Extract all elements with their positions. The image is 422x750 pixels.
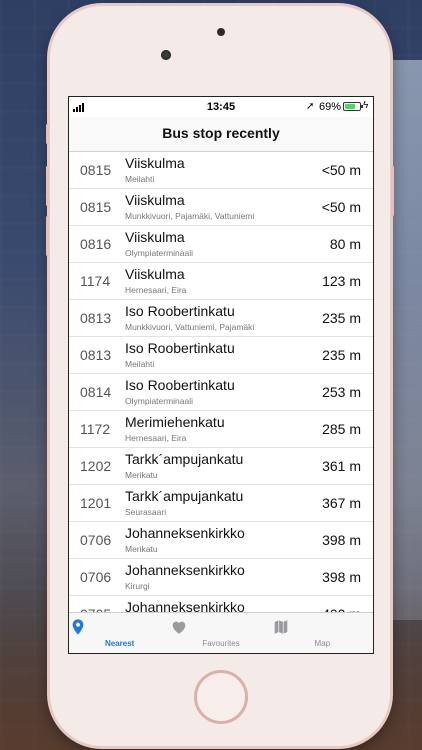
location-pin-icon [72, 619, 84, 635]
tab-nearest-label: Nearest [104, 639, 135, 648]
bus-stop-row[interactable]: 1174 Viiskulma Hernesaari, Eira 123 m [69, 263, 373, 300]
stop-name: Tarkk´ampujankatu [125, 451, 244, 467]
charging-bolt-icon: ϟ [363, 100, 369, 111]
page-title: Bus stop recently [162, 125, 280, 141]
home-button[interactable] [194, 670, 248, 724]
stop-distance: 367 m [322, 495, 361, 511]
stop-area: Meilahti [125, 174, 155, 184]
stop-area: Olympiaterminaali [125, 248, 194, 258]
volume-down-button [46, 216, 49, 256]
bus-stop-row[interactable]: 0815 Viiskulma Munkkivuori, Pajamäki, Vatt… [69, 189, 373, 226]
stop-name: Johanneksenkirkko [125, 599, 245, 612]
bus-stop-row[interactable]: 0813 Iso Roobertinkatu Meilahti 235 m [69, 337, 373, 374]
stop-name: Viiskulma [125, 266, 185, 282]
map-icon [274, 620, 287, 634]
location-arrow-icon: ➚ [306, 101, 315, 112]
stop-area: Hernesaari, Eira [125, 433, 187, 443]
front-camera [161, 50, 171, 60]
stop-code: 1174 [80, 273, 111, 289]
mute-switch [46, 124, 49, 144]
app-screen: 13:45 ➚ 69% ϟ Bus stop recently 0815 Viis… [68, 96, 374, 654]
bus-stop-row[interactable]: 1202 Tarkk´ampujankatu Merikatu 361 m [69, 448, 373, 485]
stop-area: Merikatu [125, 470, 158, 480]
bus-stop-row[interactable]: 0706 Johanneksenkirkko Kirurgi 398 m [69, 559, 373, 596]
stop-code: 0814 [80, 384, 112, 400]
stop-name: Viiskulma [125, 155, 185, 171]
stop-area: Olympiaterminaali [125, 396, 194, 406]
tab-favourites-label: Favourites [202, 639, 240, 648]
stop-name: Johanneksenkirkko [125, 525, 245, 541]
stop-distance: 80 m [329, 236, 361, 252]
stop-code: 1201 [80, 495, 112, 511]
stop-distance: 235 m [322, 347, 361, 363]
stop-name: Iso Roobertinkatu [125, 303, 235, 319]
bus-stop-row[interactable]: 0816 Viiskulma Olympiaterminaali 80 m [69, 226, 373, 263]
status-bar: 13:45 ➚ 69% ϟ [69, 97, 373, 117]
power-button [391, 166, 394, 216]
tab-map[interactable]: Map [272, 613, 373, 653]
bus-stop-row[interactable]: 1172 Merimiehenkatu Hernesaari, Eira 285 m [69, 411, 373, 448]
stop-area: Hernesaari, Eira [125, 285, 187, 295]
stop-distance: <50 m [321, 162, 361, 178]
stop-area: Munkkivuori, Vattuniemi, Pajamäki [125, 322, 255, 332]
tab-bar: Nearest Favourites Map [69, 612, 373, 653]
stop-distance: 253 m [322, 384, 361, 400]
stop-distance: 361 m [322, 458, 361, 474]
stop-area: Merikatu [125, 544, 158, 554]
stop-code: 0706 [80, 532, 112, 548]
proximity-sensor [217, 28, 225, 36]
stop-code: 0813 [80, 347, 112, 363]
stop-distance: 123 m [322, 273, 361, 289]
stop-code: 1202 [80, 458, 112, 474]
volume-up-button [46, 166, 49, 206]
battery-icon [343, 102, 363, 111]
navigation-bar: Bus stop recently [69, 117, 373, 152]
stop-code: 0816 [80, 236, 112, 252]
stop-distance: <50 m [321, 199, 361, 215]
bus-stop-row[interactable]: 0813 Iso Roobertinkatu Munkkivuori, Vattun… [69, 300, 373, 337]
stop-code: 0815 [80, 199, 112, 215]
bus-stop-row[interactable]: 0815 Viiskulma Meilahti <50 m [69, 152, 373, 189]
stop-code: 0813 [80, 310, 112, 326]
stop-distance: 398 m [322, 569, 361, 585]
stop-area: Munkkivuori, Pajamäki, Vattuniemi [125, 211, 255, 221]
stop-name: Iso Roobertinkatu [125, 377, 235, 393]
stop-code: 0815 [80, 162, 112, 178]
bus-stop-row[interactable]: 0814 Iso Roobertinkatu Olympiaterminaali 25… [69, 374, 373, 411]
stop-distance: 235 m [322, 310, 361, 326]
battery-percent: 69% [319, 101, 342, 113]
stop-code: 1172 [80, 421, 111, 437]
tab-map-label: Map [314, 639, 331, 648]
stop-code: 0706 [80, 569, 112, 585]
stop-area: Meilahti [125, 359, 155, 369]
stop-area: Seurasaari [125, 507, 167, 517]
bus-stop-row[interactable]: 0705Johanneksenkirkko400 m [69, 596, 373, 612]
stop-distance: 285 m [322, 421, 361, 437]
battery-fill [345, 104, 355, 109]
bus-stop-list[interactable]: 0815 Viiskulma Meilahti <50 m 0815 Viiskulma M… [69, 152, 373, 612]
tab-favourites[interactable]: Favourites [170, 613, 271, 653]
stop-name: Viiskulma [125, 229, 185, 245]
stop-area: Kirurgi [125, 581, 150, 591]
stop-distance: 398 m [322, 532, 361, 548]
bus-stop-row[interactable]: 0706 Johanneksenkirkko Merikatu 398 m [69, 522, 373, 559]
stop-name: Iso Roobertinkatu [125, 340, 235, 356]
stop-name: Viiskulma [125, 192, 185, 208]
heart-icon [173, 621, 186, 634]
stop-name: Tarkk´ampujankatu [125, 488, 244, 504]
stop-name: Merimiehenkatu [125, 414, 225, 430]
tab-nearest[interactable]: Nearest [69, 613, 170, 653]
stop-name: Johanneksenkirkko [125, 562, 245, 578]
bus-stop-row[interactable]: 1201 Tarkk´ampujankatu Seurasaari 367 m [69, 485, 373, 522]
